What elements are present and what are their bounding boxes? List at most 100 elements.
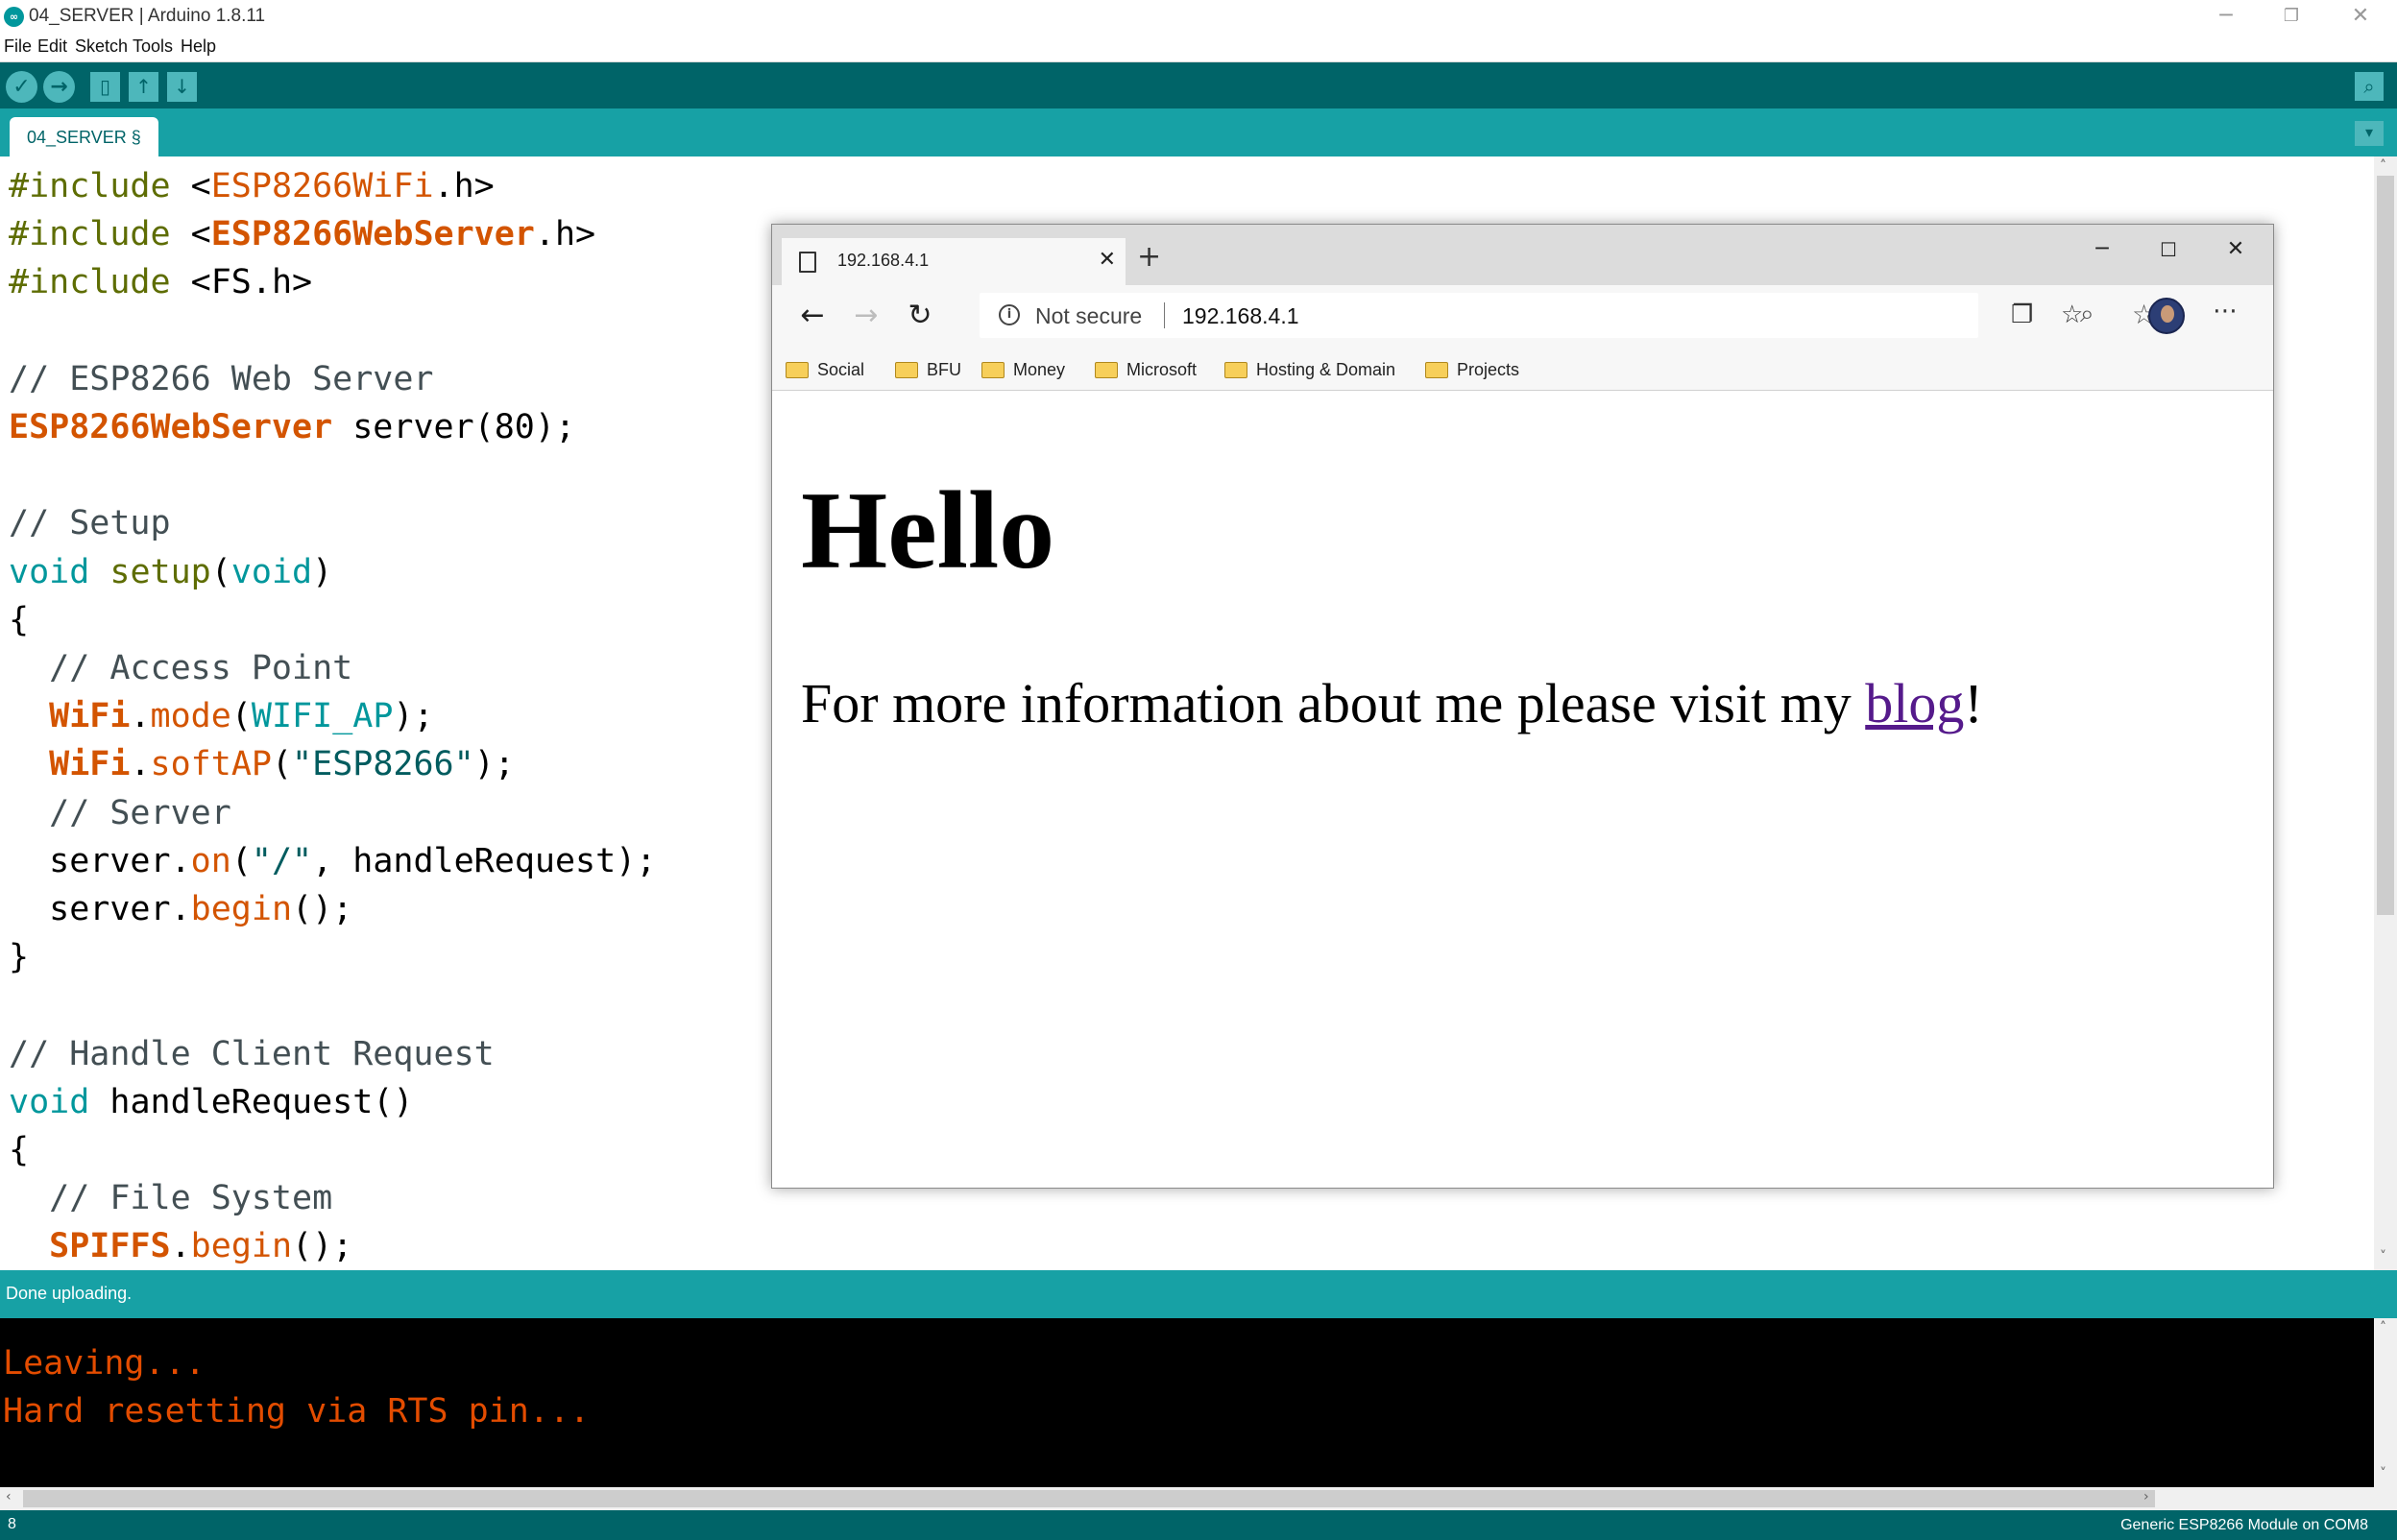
bookmark-money[interactable]: Money xyxy=(981,356,1065,383)
code-token: < xyxy=(190,167,211,205)
code-token: server(80); xyxy=(332,408,576,446)
browser-close-button[interactable]: ✕ xyxy=(2207,230,2264,269)
bookmark-microsoft[interactable]: Microsoft xyxy=(1095,356,1197,383)
code-token: .h> xyxy=(534,215,596,254)
console-output: Leaving... Hard resetting via RTS pin... xyxy=(0,1318,2374,1487)
code-token: begin xyxy=(190,1227,293,1266)
address-bar[interactable]: i Not secure 192.168.4.1 ⌕ ☆ xyxy=(980,293,2156,338)
scroll-left-icon[interactable]: ‹ xyxy=(6,1489,12,1504)
browser-minimize-button[interactable]: ─ xyxy=(2073,230,2131,269)
browser-maximize-button[interactable]: ☐ xyxy=(2140,230,2197,269)
menu-edit[interactable]: Edit xyxy=(37,36,67,57)
paragraph-text-end: ! xyxy=(1964,672,1983,734)
scroll-up-icon[interactable]: ˄ xyxy=(2380,1320,2386,1335)
info-icon[interactable]: i xyxy=(999,304,1020,325)
code-token: (); xyxy=(292,890,353,928)
editor-scroll-thumb[interactable] xyxy=(2377,176,2394,915)
board-info: Generic ESP8266 Module on COM8 xyxy=(2120,1517,2368,1533)
code-token: WiFi xyxy=(49,745,131,784)
scroll-right-icon[interactable]: › xyxy=(2143,1489,2149,1504)
code-token: ( xyxy=(230,697,252,736)
close-tab-icon[interactable]: ✕ xyxy=(1099,248,1116,272)
minimize-button[interactable]: ─ xyxy=(2193,0,2259,33)
menu-file[interactable]: File xyxy=(4,36,32,57)
scroll-down-icon[interactable]: ˅ xyxy=(2380,1249,2386,1264)
open-icon[interactable]: ↑ xyxy=(129,72,158,102)
code-line: WiFi.mode(WIFI_AP); xyxy=(9,692,433,740)
code-token: begin xyxy=(190,890,293,928)
bookmark-social[interactable]: Social xyxy=(786,356,864,383)
console-scroll-thumb[interactable] xyxy=(23,1490,2155,1507)
serial-monitor-icon[interactable]: ⌕ xyxy=(2355,72,2384,101)
console-line: Hard resetting via RTS pin... xyxy=(3,1392,591,1431)
upload-icon[interactable]: → xyxy=(43,71,75,103)
title-bar: ∞ 04_SERVER | Arduino 1.8.11 ─ ❐ ✕ xyxy=(0,0,2397,33)
folder-icon xyxy=(1095,362,1118,378)
code-token: #include xyxy=(9,263,191,302)
verify-icon[interactable]: ✓ xyxy=(6,71,37,103)
profile-avatar[interactable] xyxy=(2148,298,2185,334)
folder-icon xyxy=(895,362,918,378)
menu-bar: File Edit Sketch Tools Help xyxy=(0,33,2397,62)
window-title: 04_SERVER | Arduino 1.8.11 xyxy=(29,6,266,26)
code-token: < xyxy=(190,215,211,254)
scroll-up-icon[interactable]: ˄ xyxy=(2380,158,2386,174)
bookmark-hosting-domain[interactable]: Hosting & Domain xyxy=(1224,356,1395,383)
browser-tabstrip: 192.168.4.1 ✕ + ─ ☐ ✕ xyxy=(772,225,2273,285)
code-token: void xyxy=(9,552,90,591)
favorites-icon[interactable]: ☆ xyxy=(2061,301,2083,329)
code-token: WiFi xyxy=(49,697,131,736)
code-line: // Setup xyxy=(9,499,171,547)
bookmark-projects[interactable]: Projects xyxy=(1425,356,1519,383)
editor-scrollbar[interactable]: ˄ ˅ xyxy=(2374,156,2397,1270)
code-token: WIFI_AP xyxy=(251,697,394,736)
code-token: void xyxy=(230,552,313,591)
code-line: ESP8266WebServer server(80); xyxy=(9,403,575,451)
code-token: (); xyxy=(292,1227,353,1266)
console-scrollbar[interactable]: ˄ ˅ xyxy=(2374,1318,2397,1487)
bookmark-label: BFU xyxy=(927,360,961,379)
console-line: Leaving... xyxy=(3,1344,206,1383)
more-menu-icon[interactable]: ⋯ xyxy=(2213,297,2238,325)
code-token: SPIFFS xyxy=(49,1227,171,1266)
browser-tab[interactable]: 192.168.4.1 ✕ xyxy=(782,238,1126,285)
collections-icon[interactable]: ❐ xyxy=(2011,301,2033,329)
new-file-icon[interactable]: ▯ xyxy=(90,72,120,102)
code-token: . xyxy=(130,745,151,784)
security-label[interactable]: Not secure xyxy=(1035,303,1142,329)
menu-sketch[interactable]: Sketch xyxy=(75,36,128,57)
console-horizontal-scrollbar[interactable]: ‹ › xyxy=(0,1487,2374,1510)
tab-04-server[interactable]: 04_SERVER § xyxy=(10,117,158,156)
restore-button[interactable]: ❐ xyxy=(2259,0,2324,33)
code-token: ESP8266WebServer xyxy=(210,215,535,254)
page-heading: Hello xyxy=(801,469,1055,592)
tab-menu-icon[interactable]: ▾ xyxy=(2355,121,2384,146)
scroll-down-icon[interactable]: ˅ xyxy=(2380,1466,2386,1481)
blog-link[interactable]: blog xyxy=(1865,672,1964,734)
close-button[interactable]: ✕ xyxy=(2328,0,2393,33)
code-line: #include <ESP8266WiFi.h> xyxy=(9,162,495,210)
bookmark-bfu[interactable]: BFU xyxy=(895,356,961,383)
code-token: ); xyxy=(473,745,515,784)
code-line: void handleRequest() xyxy=(9,1078,413,1126)
menu-help[interactable]: Help xyxy=(181,36,216,57)
refresh-icon[interactable]: ↻ xyxy=(901,297,939,335)
profile-face xyxy=(2161,305,2174,323)
code-line: { xyxy=(9,596,29,644)
url-text[interactable]: 192.168.4.1 xyxy=(1182,303,1299,329)
code-line: } xyxy=(9,933,29,981)
code-token: server. xyxy=(9,841,191,880)
back-icon[interactable]: ← xyxy=(793,297,832,335)
new-tab-icon[interactable]: + xyxy=(1137,240,1161,274)
save-icon[interactable]: ↓ xyxy=(167,72,197,102)
code-line: // Handle Client Request xyxy=(9,1030,495,1078)
forward-icon[interactable]: → xyxy=(847,297,885,335)
bookmark-label: Microsoft xyxy=(1126,360,1198,379)
menu-tools[interactable]: Tools xyxy=(133,36,173,57)
code-token: ( xyxy=(271,745,293,784)
code-token: void xyxy=(9,1082,90,1121)
code-token: ( xyxy=(230,841,252,880)
code-token: ( xyxy=(210,552,231,591)
arduino-logo-icon: ∞ xyxy=(4,7,24,27)
